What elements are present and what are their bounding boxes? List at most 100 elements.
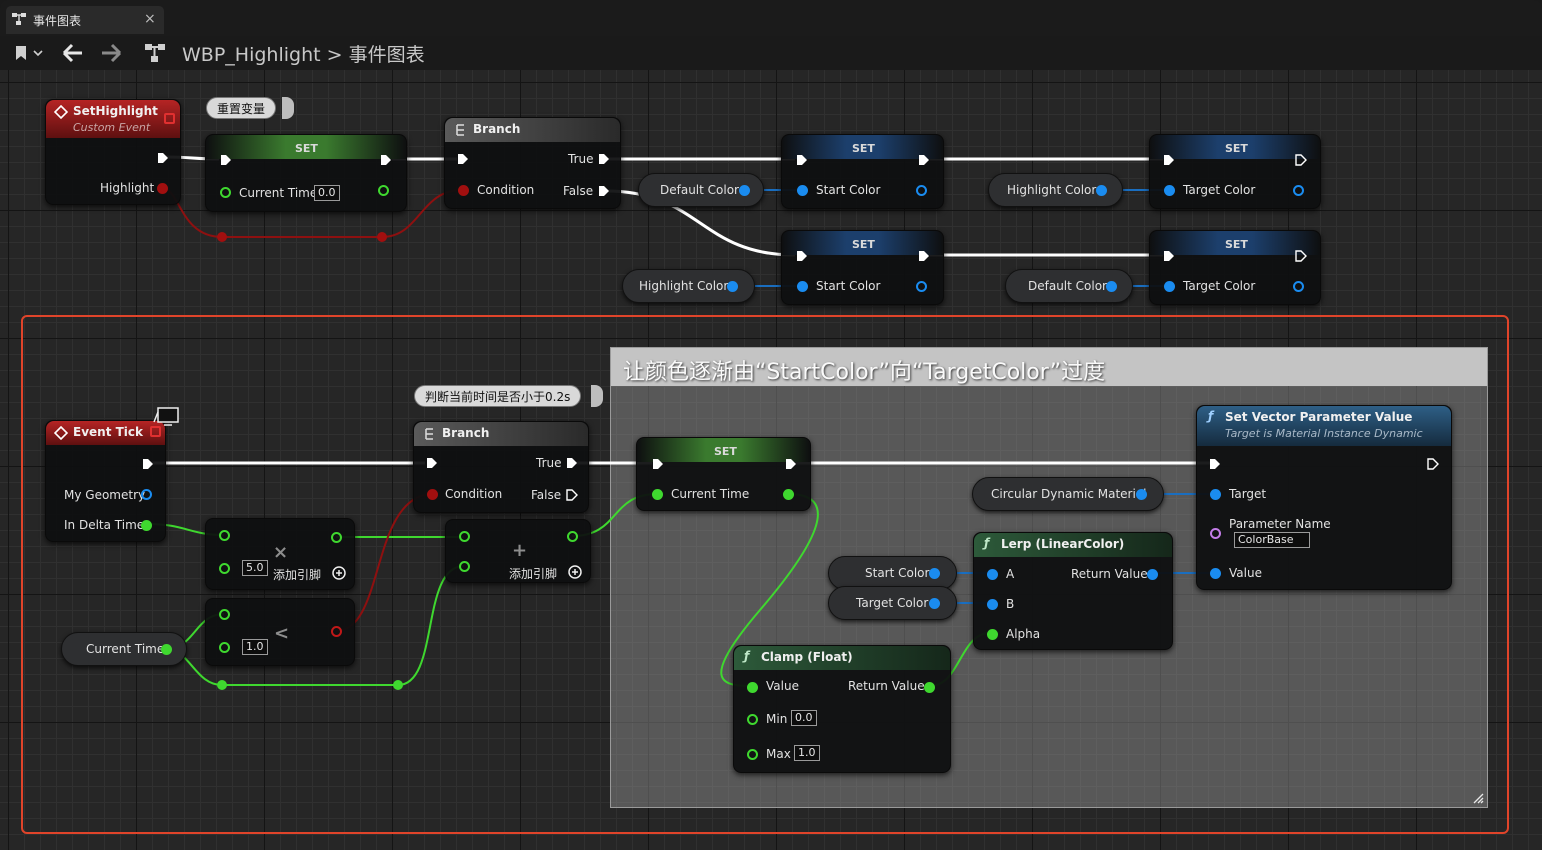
- add-node[interactable]: + 添加引脚: [445, 519, 591, 583]
- exec-in-pin[interactable]: [652, 458, 664, 470]
- struct-in-pin[interactable]: [797, 281, 808, 292]
- get-start-color-node[interactable]: Start Color: [828, 556, 957, 590]
- float-out-pin[interactable]: [161, 644, 172, 655]
- struct-in-pin[interactable]: [1164, 281, 1175, 292]
- set-start-color-node[interactable]: SET Start Color: [781, 134, 944, 209]
- struct-out-pin[interactable]: [141, 489, 152, 500]
- struct-out-pin[interactable]: [916, 281, 927, 292]
- branch-node[interactable]: Branch True Condition False: [444, 117, 621, 209]
- float-out-pin[interactable]: [783, 489, 794, 500]
- get-highlight-color-node[interactable]: Highlight Color: [988, 173, 1123, 207]
- struct-out-pin[interactable]: [1106, 281, 1117, 292]
- exec-in-pin[interactable]: [1209, 458, 1221, 470]
- delegate-pin[interactable]: [164, 113, 175, 124]
- close-icon[interactable]: ×: [144, 11, 156, 27]
- comment-bubble[interactable]: 判断当前时间是否小于0.2s: [414, 385, 582, 407]
- name-pin[interactable]: [1210, 528, 1221, 539]
- get-highlight-color-node[interactable]: Highlight Color: [622, 269, 755, 303]
- exec-out-pin[interactable]: [142, 458, 154, 470]
- set-target-color-node[interactable]: SET Target Color: [1149, 230, 1321, 305]
- clamp-node[interactable]: ƒ Clamp (Float) Value Return Value Min 0…: [733, 645, 951, 773]
- exec-false-pin[interactable]: [598, 185, 610, 197]
- min-input[interactable]: 0.0: [791, 710, 817, 726]
- return-pin[interactable]: [1147, 569, 1158, 580]
- exec-true-pin[interactable]: [566, 457, 578, 469]
- lerp-node[interactable]: ƒ Lerp (LinearColor) A Return Value B Al…: [973, 532, 1173, 650]
- exec-in-pin[interactable]: [1163, 250, 1175, 262]
- exec-out-pin[interactable]: [918, 250, 930, 262]
- bool-out-pin[interactable]: [331, 626, 342, 637]
- bool-out-pin[interactable]: [157, 183, 168, 194]
- struct-in-pin[interactable]: [1164, 185, 1175, 196]
- get-default-color-node[interactable]: Default Color: [638, 173, 764, 207]
- set-current-time-node[interactable]: SET Current Time: [636, 437, 811, 511]
- arrow-right-icon[interactable]: [100, 43, 122, 63]
- float-out-pin[interactable]: [141, 520, 152, 531]
- return-pin[interactable]: [924, 682, 935, 693]
- less-than-node[interactable]: < 1.0: [205, 598, 355, 666]
- b-pin[interactable]: [987, 599, 998, 610]
- set-current-time-node[interactable]: SET Current Time 0.0: [205, 134, 407, 212]
- exec-out-pin[interactable]: [380, 154, 392, 166]
- float-in-pin[interactable]: [219, 609, 230, 620]
- float-in-pin[interactable]: [652, 489, 663, 500]
- min-pin[interactable]: [747, 714, 758, 725]
- float-out-pin[interactable]: [331, 532, 342, 543]
- comment-bubble[interactable]: 重置变量: [206, 97, 277, 119]
- condition-pin[interactable]: [458, 185, 469, 196]
- exec-out-pin[interactable]: [1295, 154, 1307, 166]
- comment-header[interactable]: 让颜色逐渐由“StartColor”向“TargetColor”过度: [611, 348, 1487, 386]
- max-input[interactable]: 1.0: [794, 745, 820, 761]
- struct-out-pin[interactable]: [1293, 185, 1304, 196]
- exec-out-pin[interactable]: [157, 152, 169, 164]
- struct-out-pin[interactable]: [1096, 185, 1107, 196]
- exec-true-pin[interactable]: [598, 153, 610, 165]
- exec-in-pin[interactable]: [220, 154, 232, 166]
- exec-in-pin[interactable]: [796, 154, 808, 166]
- object-out-pin[interactable]: [1136, 489, 1147, 500]
- exec-false-pin[interactable]: [566, 489, 578, 501]
- exec-in-pin[interactable]: [1163, 154, 1175, 166]
- bookmark-icon[interactable]: [12, 44, 44, 62]
- value-input[interactable]: 1.0: [242, 639, 268, 655]
- exec-in-pin[interactable]: [426, 457, 438, 469]
- get-default-color-node[interactable]: Default Color: [1005, 269, 1133, 303]
- a-pin[interactable]: [987, 569, 998, 580]
- alpha-pin[interactable]: [987, 629, 998, 640]
- exec-out-pin[interactable]: [918, 154, 930, 166]
- add-pin-label[interactable]: 添加引脚: [509, 565, 557, 582]
- exec-out-pin[interactable]: [785, 458, 797, 470]
- custom-event-node[interactable]: SetHighlight Custom Event Highlight: [45, 99, 181, 205]
- get-material-node[interactable]: Circular Dynamic Material: [972, 477, 1164, 511]
- target-pin[interactable]: [1210, 489, 1221, 500]
- exec-out-pin[interactable]: [1427, 458, 1439, 470]
- float-in-pin[interactable]: [220, 187, 231, 198]
- value-input[interactable]: 5.0: [242, 560, 268, 576]
- add-pin-label[interactable]: 添加引脚: [273, 566, 321, 583]
- bubble-pin-icon[interactable]: [282, 97, 294, 119]
- multiply-node[interactable]: × 5.0 添加引脚: [205, 518, 355, 590]
- float-out-pin[interactable]: [378, 185, 389, 196]
- event-tick-node[interactable]: Event Tick My Geometry In Delta Time: [45, 420, 166, 542]
- float-in-pin[interactable]: [219, 563, 230, 574]
- float-in-pin[interactable]: [219, 642, 230, 653]
- struct-out-pin[interactable]: [727, 281, 738, 292]
- value-pin[interactable]: [747, 682, 758, 693]
- value-input[interactable]: 0.0: [314, 185, 340, 201]
- struct-out-pin[interactable]: [1293, 281, 1304, 292]
- struct-out-pin[interactable]: [916, 185, 927, 196]
- struct-out-pin[interactable]: [929, 568, 940, 579]
- set-vector-parameter-node[interactable]: ƒ Set Vector Parameter Value Target is M…: [1196, 405, 1452, 590]
- get-current-time-node[interactable]: Current Time: [61, 632, 187, 666]
- tab-event-graph[interactable]: 事件图表 ×: [6, 6, 164, 34]
- float-out-pin[interactable]: [567, 531, 578, 542]
- struct-out-pin[interactable]: [929, 598, 940, 609]
- breadcrumb-graph[interactable]: 事件图表: [349, 44, 425, 66]
- set-start-color-node[interactable]: SET Start Color: [781, 230, 944, 305]
- exec-out-pin[interactable]: [1295, 250, 1307, 262]
- resize-handle-icon[interactable]: [1472, 792, 1484, 804]
- exec-in-pin[interactable]: [457, 153, 469, 165]
- branch-node[interactable]: Branch True Condition False: [413, 421, 589, 513]
- max-pin[interactable]: [747, 749, 758, 760]
- param-name-input[interactable]: ColorBase: [1234, 532, 1310, 548]
